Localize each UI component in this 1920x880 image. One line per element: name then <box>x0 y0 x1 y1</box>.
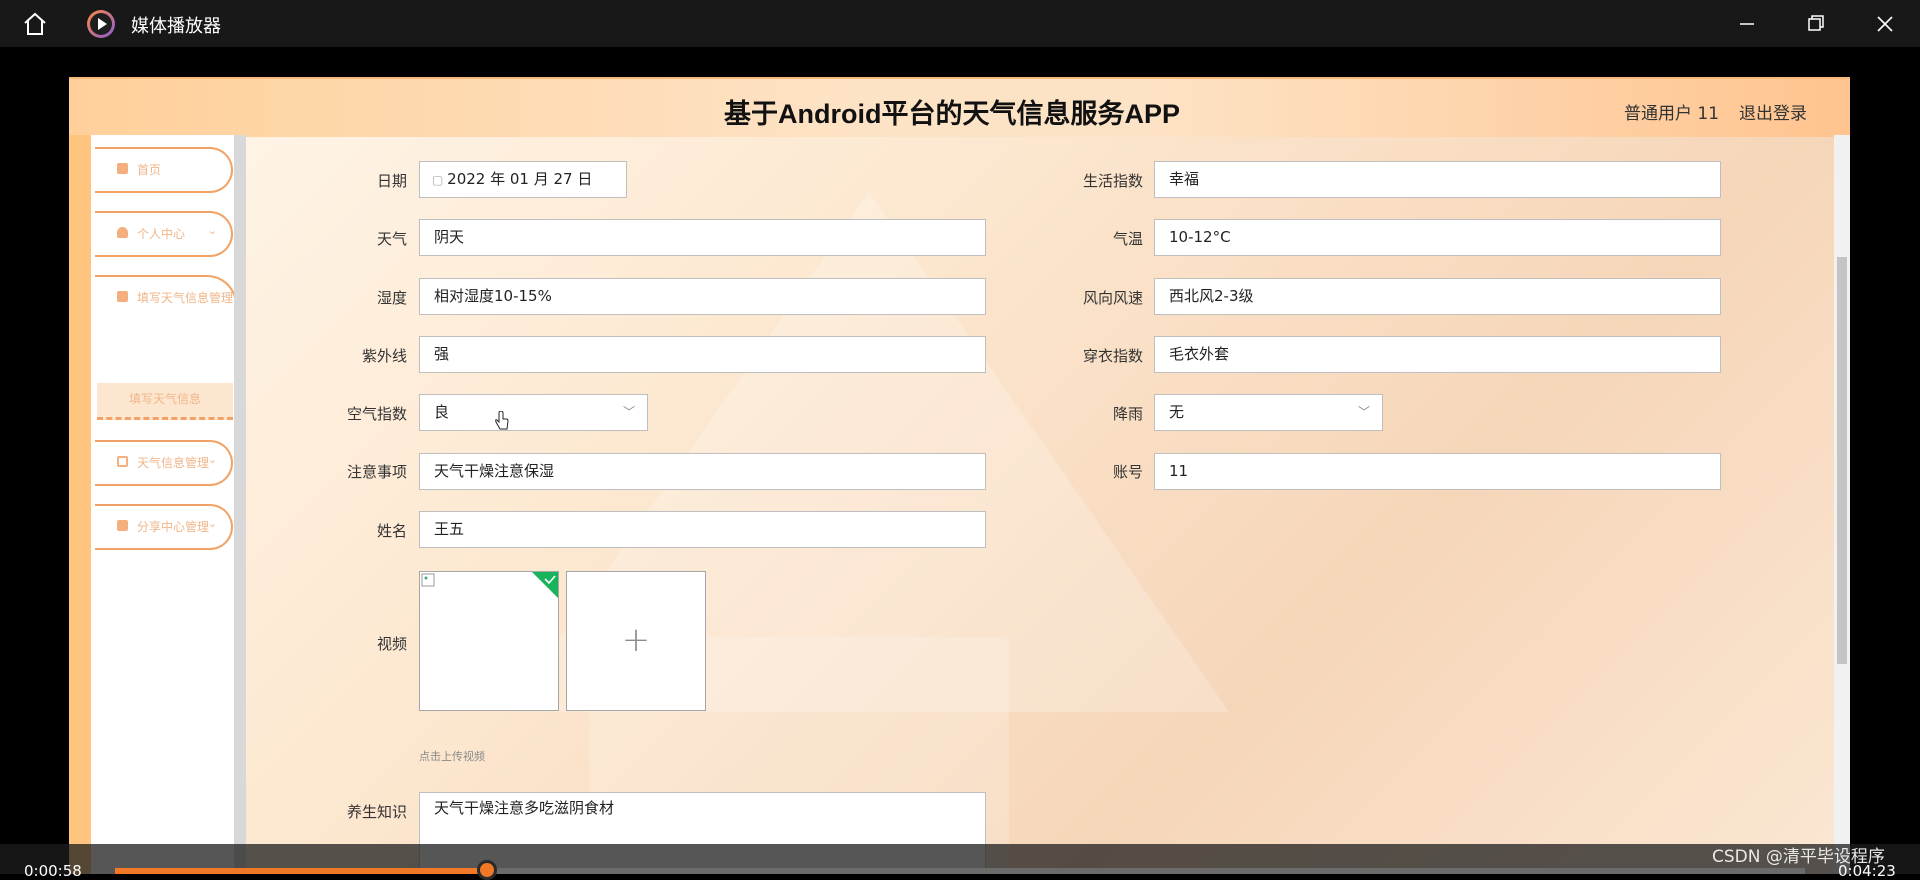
upload-tip: 点击上传视频 <box>419 750 485 763</box>
current-time: 0:00:58 <box>24 862 82 880</box>
name-label: 姓名 <box>376 522 407 540</box>
uv-input[interactable]: 强 <box>419 336 986 373</box>
player-controls: 0:00:58 0:04:23 <box>0 844 1920 880</box>
sidebar-accent-strip <box>69 135 91 874</box>
logout-button[interactable]: 退出登录 <box>1739 99 1807 124</box>
clipboard-icon <box>117 520 128 531</box>
wind-input[interactable]: 西北风2-3级 <box>1154 278 1721 315</box>
chevron-down-icon: ﹀ <box>1357 405 1370 419</box>
chevron-down-icon: ⌄ <box>207 517 217 530</box>
rain-label: 降雨 <box>1112 405 1143 423</box>
app-header: 基于Android平台的天气信息服务APP 普通用户 11 退出登录 <box>69 77 1850 137</box>
sidebar-item-home[interactable]: 首页 <box>95 147 233 193</box>
watermark: CSDN @清平毕设程序 <box>1712 847 1885 867</box>
rain-value: 无 <box>1169 403 1185 421</box>
restore-icon[interactable] <box>1795 10 1835 38</box>
life-index-label: 生活指数 <box>1082 172 1143 190</box>
humidity-label: 湿度 <box>376 289 407 307</box>
weather-label: 天气 <box>376 230 407 248</box>
chevron-down-icon: ﹀ <box>622 405 635 419</box>
sidebar-item-label: 分享中心管理 <box>137 520 210 534</box>
video-frame[interactable]: 基于Android平台的天气信息服务APP 普通用户 11 退出登录 首页 个人… <box>69 77 1850 874</box>
minimize-icon[interactable] <box>1727 10 1767 38</box>
wind-label: 风向风速 <box>1082 289 1143 307</box>
sidebar-item-weather-info[interactable]: 天气信息管理 ⌄ <box>95 440 233 486</box>
close-icon[interactable] <box>1865 10 1905 38</box>
sidebar-item-personal-center[interactable]: 个人中心 ⌄ <box>95 211 233 257</box>
sidebar-item-label: 个人中心 <box>137 227 186 241</box>
briefcase-icon <box>117 291 128 302</box>
uploaded-video-thumbnail[interactable] <box>419 571 559 711</box>
broken-image-icon <box>421 573 435 587</box>
upload-video-button[interactable]: + <box>566 571 706 711</box>
rain-select[interactable]: 无 ﹀ <box>1154 394 1383 431</box>
clothing-label: 穿衣指数 <box>1082 347 1143 365</box>
account-label: 账号 <box>1112 463 1143 481</box>
app-title: 基于Android平台的天气信息服务APP <box>724 99 1180 129</box>
grid-icon <box>117 456 128 467</box>
chevron-down-icon: ⌄ <box>207 453 217 466</box>
notes-label: 注意事项 <box>346 463 407 481</box>
sidebar-item-label: 天气信息管理 <box>137 456 210 470</box>
account-input[interactable]: 11 <box>1154 453 1721 490</box>
weather-input[interactable]: 阴天 <box>419 219 986 256</box>
seek-handle[interactable] <box>477 860 497 880</box>
home-icon[interactable] <box>22 12 48 36</box>
home-icon <box>117 163 128 174</box>
sidebar-subitem-fill-weather[interactable]: 填写天气信息 <box>97 383 233 420</box>
player-title-bar: 媒体播放器 <box>0 0 1920 47</box>
media-player-icon <box>87 10 115 38</box>
chevron-down-icon: ⌄ <box>207 224 217 237</box>
humidity-input[interactable]: 相对湿度10-15% <box>419 278 986 315</box>
date-label: 日期 <box>376 172 407 190</box>
player-title: 媒体播放器 <box>131 16 221 36</box>
temperature-input[interactable]: 10-12°C <box>1154 219 1721 256</box>
user-label: 普通用户 11 <box>1624 104 1720 124</box>
check-icon <box>532 572 558 598</box>
sidebar-item-label: 填写天气信息管理 <box>137 291 234 305</box>
hand-cursor-icon <box>495 411 509 430</box>
life-index-input[interactable]: 幸福 <box>1154 161 1721 198</box>
seek-bar-progress <box>115 868 487 874</box>
sidebar-item-share-center[interactable]: 分享中心管理 ⌄ <box>95 504 233 550</box>
temperature-label: 气温 <box>1112 230 1143 248</box>
user-icon <box>117 227 128 238</box>
sidebar-item-weather-entry[interactable]: 填写天气信息管理 <box>95 275 237 319</box>
air-index-label: 空气指数 <box>346 405 407 423</box>
health-label: 养生知识 <box>346 803 407 821</box>
air-index-value: 良 <box>434 403 450 421</box>
date-picker[interactable]: ▢ 2022 年 01 月 27 日 <box>419 161 627 198</box>
notes-input[interactable]: 天气干燥注意保湿 <box>419 453 986 490</box>
name-input[interactable]: 王五 <box>419 511 986 548</box>
clothing-input[interactable]: 毛衣外套 <box>1154 336 1721 373</box>
video-label: 视频 <box>376 635 407 653</box>
sidebar-divider <box>234 135 246 874</box>
calendar-icon: ▢ <box>432 173 448 187</box>
uv-label: 紫外线 <box>361 347 407 365</box>
sidebar-item-label: 首页 <box>137 163 162 177</box>
scrollbar-thumb[interactable] <box>1837 257 1847 664</box>
air-index-select[interactable]: 良 ﹀ <box>419 394 648 431</box>
plus-icon: + <box>621 620 651 660</box>
date-value: 2022 年 01 月 27 日 <box>447 170 593 188</box>
sidebar: 首页 个人中心 ⌄ 填写天气信息管理 填写天气信息 天气信息管理 ⌄ 分享中心管… <box>91 135 237 874</box>
